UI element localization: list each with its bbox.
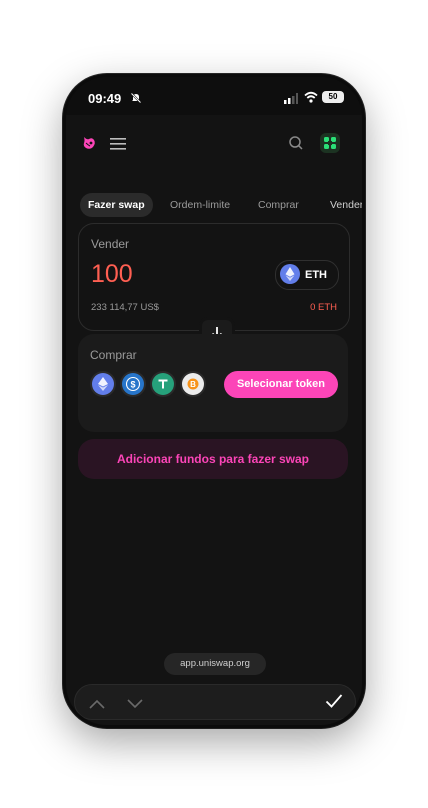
- wbtc-icon[interactable]: B: [182, 373, 204, 395]
- bell-muted-icon: [130, 91, 142, 109]
- select-token-button[interactable]: Selecionar token: [224, 371, 338, 398]
- sell-token-symbol: ETH: [305, 269, 327, 281]
- tab-comprar[interactable]: Comprar: [258, 193, 299, 217]
- quick-token-list: $ B: [90, 373, 220, 395]
- sell-panel: Vender 100 ETH 233 114,77 US$ 0 ETH: [78, 223, 350, 331]
- sell-balance: 0 ETH: [310, 302, 337, 313]
- battery-indicator: 50: [322, 91, 344, 103]
- wifi-icon: [304, 90, 318, 108]
- cell-signal-icon: [284, 91, 298, 109]
- tab-fazer-swap[interactable]: Fazer swap: [80, 193, 153, 217]
- svg-text:$: $: [130, 379, 135, 389]
- chevron-down-icon[interactable]: [127, 696, 143, 714]
- sell-token-selector[interactable]: ETH: [275, 260, 339, 290]
- svg-text:B: B: [190, 380, 196, 389]
- add-funds-button[interactable]: Adicionar fundos para fazer swap: [78, 439, 348, 479]
- browser-url-bar[interactable]: app.uniswap.org: [164, 653, 266, 675]
- top-nav: [66, 129, 362, 161]
- sell-amount-input[interactable]: 100: [91, 260, 133, 289]
- sell-label: Vender: [91, 237, 130, 251]
- browser-bottom-bar: [74, 684, 356, 720]
- usdt-icon[interactable]: [152, 373, 174, 395]
- tab-ordem-limite[interactable]: Ordem-limite: [170, 193, 230, 217]
- chevron-up-icon[interactable]: [89, 696, 105, 714]
- usdc-icon[interactable]: $: [122, 373, 144, 395]
- status-time: 09:49: [88, 91, 122, 106]
- buy-panel: Comprar $ B Selecionar token: [78, 334, 348, 432]
- eth-icon[interactable]: [92, 373, 114, 395]
- checkmark-icon[interactable]: [325, 693, 343, 714]
- wallet-avatar[interactable]: [320, 133, 340, 153]
- hamburger-menu-icon[interactable]: [110, 137, 128, 156]
- buy-label: Comprar: [90, 348, 137, 362]
- tab-vender[interactable]: Vender: [330, 193, 362, 217]
- swap-tabs: Fazer swap Ordem-limite Comprar Vender: [80, 193, 362, 217]
- sell-usd-value: 233 114,77 US$: [91, 302, 159, 313]
- search-icon[interactable]: [288, 135, 304, 156]
- status-bar: 09:49 50: [66, 77, 362, 115]
- eth-icon: [280, 263, 300, 287]
- uniswap-logo-icon[interactable]: [80, 134, 98, 157]
- phone-frame: 09:49 50 Fazer swap Ordem-limite Comprar…: [63, 74, 365, 728]
- app-screen: 09:49 50 Fazer swap Ordem-limite Comprar…: [66, 77, 362, 725]
